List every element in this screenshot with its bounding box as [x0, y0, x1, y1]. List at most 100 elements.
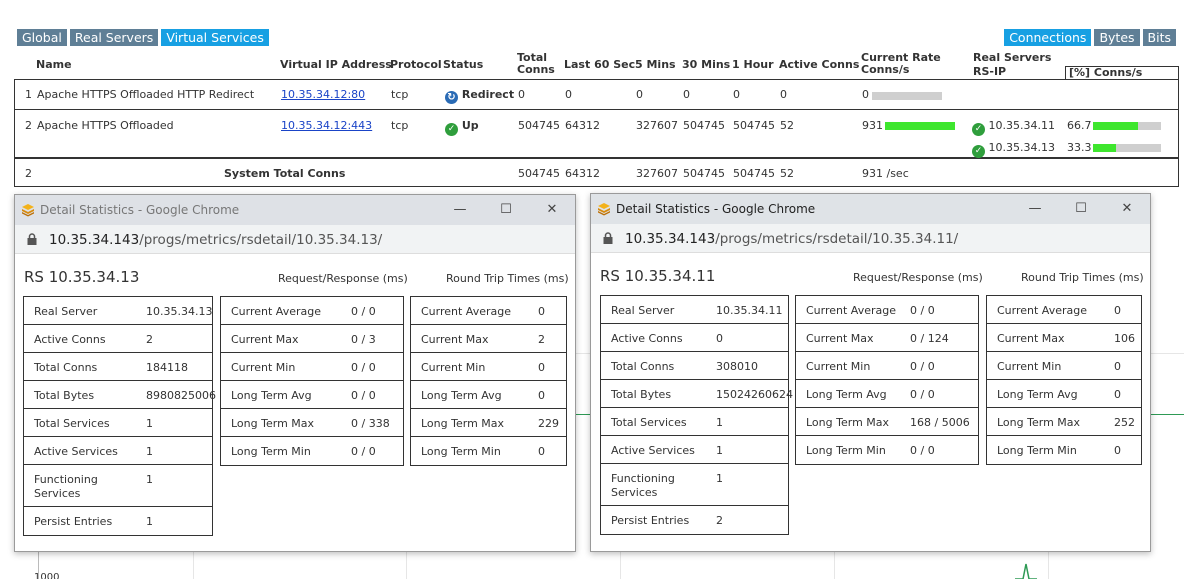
stat-label: Real Server	[34, 305, 98, 318]
stat-value: 15024260624	[716, 388, 793, 401]
round-trip-box: Current Average 0 Current Max 2 Current Mi…	[410, 296, 567, 466]
url-text: 10.35.34.143/progs/metrics/rsdetail/10.3…	[625, 231, 958, 247]
status-cell: ✓ Up	[445, 119, 479, 136]
stat-value: 0 / 124	[910, 332, 949, 345]
stat-label: Persist Entries	[34, 515, 113, 528]
stat-label: Total Conns	[34, 361, 98, 374]
minimize-button[interactable]: —	[449, 199, 471, 221]
lock-icon	[603, 232, 613, 244]
col-header-last60: Last 60 Sec	[564, 58, 636, 71]
metric-tabs: Connections Bytes Bits	[1004, 29, 1176, 46]
stat-value: 10.35.34.13	[146, 305, 213, 318]
stat-value: 0	[1114, 444, 1121, 457]
tab-real-servers[interactable]: Real Servers	[69, 29, 159, 46]
stat-value: 1	[146, 445, 153, 458]
total-1hour: 504745	[733, 167, 775, 180]
row-name: Apache HTTPS Offloaded HTTP Redirect	[37, 88, 255, 101]
row-total-conns: 0	[518, 88, 525, 101]
vip-link[interactable]: 10.35.34.12:443	[281, 119, 372, 132]
stat-label: Long Term Max	[231, 417, 315, 430]
round-trip-box: Current Average 0 Current Max 106 Current …	[986, 295, 1142, 465]
tab-bytes[interactable]: Bytes	[1094, 29, 1140, 46]
close-button[interactable]: ✕	[541, 199, 563, 221]
vip-link[interactable]: 10.35.34.12:80	[281, 88, 365, 101]
status-text: Redirect	[461, 88, 515, 101]
tab-virtual-services[interactable]: Virtual Services	[161, 29, 269, 46]
col-header-current-rate: Current Rate Conns/s	[861, 51, 941, 76]
rate-bar	[872, 92, 942, 100]
rs-pct-bar-fill	[1093, 144, 1116, 152]
rs-pct: 33.3	[1067, 141, 1092, 154]
chart-spike	[1015, 563, 1037, 579]
stat-label: Current Max	[997, 332, 1065, 345]
col-header-total-conns: Total Conns	[517, 51, 555, 76]
row-1hour: 0	[733, 88, 740, 101]
tab-bits[interactable]: Bits	[1142, 29, 1176, 46]
total-row: 2 System Total Conns 504745 64312 327607…	[14, 158, 1179, 187]
window-title: Detail Statistics - Google Chrome	[40, 203, 240, 217]
maximize-button[interactable]: ☐	[495, 199, 517, 221]
tab-connections[interactable]: Connections	[1004, 29, 1092, 46]
stat-value: 229	[538, 417, 559, 430]
row-protocol: tcp	[391, 119, 409, 132]
stat-label: Long Term Max	[997, 416, 1081, 429]
window-title: Detail Statistics - Google Chrome	[616, 202, 816, 216]
stat-value: 0 / 0	[351, 389, 376, 402]
stat-value: 0 / 0	[351, 305, 376, 318]
detail-window-rs13[interactable]: Detail Statistics - Google Chrome — ☐ ✕ …	[14, 194, 576, 552]
stat-label: Long Term Min	[997, 444, 1077, 457]
stat-label: Long Term Min	[231, 445, 311, 458]
stat-label: Total Bytes	[34, 389, 95, 402]
request-response-box: Current Average 0 / 0 Current Max 0 / 3 Cu…	[220, 296, 404, 466]
total-last60: 64312	[565, 167, 600, 180]
stat-value: 1	[146, 515, 153, 528]
table-row[interactable]: 1 Apache HTTPS Offloaded HTTP Redirect 1…	[14, 80, 1179, 110]
row-last60: 64312	[565, 119, 600, 132]
stat-value: 2	[538, 333, 545, 346]
request-response-title: Request/Response (ms)	[278, 272, 408, 285]
round-trip-title: Round Trip Times (ms)	[1021, 271, 1144, 284]
stat-label: Long Term Avg	[997, 388, 1078, 401]
chart-tick-label: 1000	[34, 572, 60, 579]
stat-label: Long Term Avg	[231, 389, 312, 402]
stat-value: 0 / 0	[351, 361, 376, 374]
stat-value: 184118	[146, 361, 188, 374]
stat-value: 0 / 338	[351, 417, 390, 430]
total-30min: 504745	[683, 167, 725, 180]
rs-ip-cell[interactable]: ✓ 10.35.34.11	[972, 119, 1055, 136]
table-row[interactable]: 2 Apache HTTPS Offloaded 10.35.34.12:443…	[14, 110, 1179, 158]
maximize-button[interactable]: ☐	[1070, 198, 1092, 220]
col-header-pct-conns: [%] Conns/s	[1065, 66, 1179, 79]
total-active: 52	[780, 167, 794, 180]
window-titlebar[interactable]: Detail Statistics - Google Chrome — ☐ ✕	[15, 195, 575, 225]
stat-value: 8980825006	[146, 389, 216, 402]
request-response-title: Request/Response (ms)	[853, 271, 983, 284]
view-tabs: Global Real Servers Virtual Services	[17, 29, 269, 46]
tab-global[interactable]: Global	[17, 29, 67, 46]
stat-label: Long Term Min	[806, 444, 886, 457]
rs-pct-bar	[1093, 144, 1161, 152]
row-last60: 0	[565, 88, 572, 101]
check-circle-icon: ✓	[972, 123, 985, 136]
window-titlebar[interactable]: Detail Statistics - Google Chrome — ☐ ✕	[591, 194, 1150, 224]
url-path: /progs/metrics/rsdetail/10.35.34.11/	[715, 231, 959, 247]
total-conns: 504745	[518, 167, 560, 180]
detail-window-rs11[interactable]: Detail Statistics - Google Chrome — ☐ ✕ …	[590, 193, 1151, 552]
stat-value: 0	[1114, 304, 1121, 317]
minimize-button[interactable]: —	[1024, 198, 1046, 220]
stat-label: Active Conns	[34, 333, 106, 346]
stat-value: 308010	[716, 360, 758, 373]
col-header-vip: Virtual IP Address	[280, 58, 392, 71]
server-stats-box: Real Server 10.35.34.13 Active Conns 2 Tot…	[23, 296, 216, 536]
row-5min: 327607	[636, 119, 678, 132]
stat-value: 0	[538, 389, 545, 402]
close-button[interactable]: ✕	[1116, 198, 1138, 220]
address-bar[interactable]: 10.35.34.143/progs/metrics/rsdetail/10.3…	[591, 224, 1150, 253]
stat-value: 0	[538, 361, 545, 374]
stat-value: 0 / 0	[910, 304, 935, 317]
row-active-conns: 52	[780, 119, 794, 132]
rs-ip-cell[interactable]: ✓ 10.35.34.13	[972, 141, 1055, 158]
address-bar[interactable]: 10.35.34.143/progs/metrics/rsdetail/10.3…	[15, 225, 575, 254]
col-header-rs-ip: RS-IP	[973, 65, 1007, 78]
url-path: /progs/metrics/rsdetail/10.35.34.13/	[139, 232, 383, 248]
